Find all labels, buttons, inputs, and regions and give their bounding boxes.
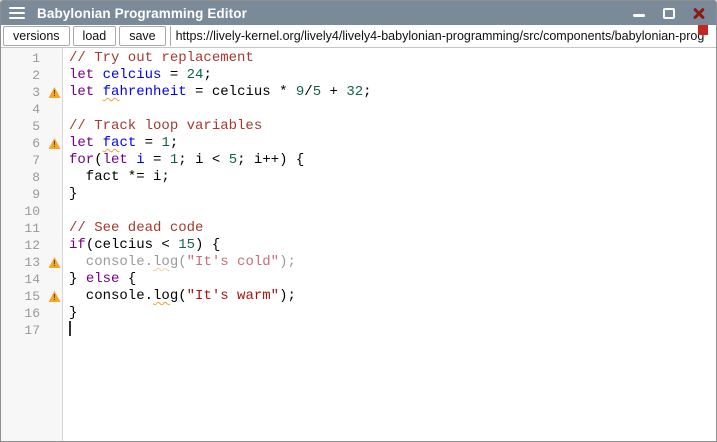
line-number[interactable]: 8 [1,169,46,186]
code-line[interactable]: 15 console.log("It's warm"); [1,288,716,305]
code-line-text[interactable] [63,203,716,220]
close-button[interactable] [692,6,706,20]
gutter-icon-slot [46,254,63,271]
line-number[interactable]: 17 [1,322,46,339]
line-number[interactable]: 15 [1,288,46,305]
close-icon [692,6,706,20]
code-line[interactable]: 4 [1,101,716,118]
code-line[interactable]: 1 // Try out replacement [1,50,716,67]
window-controls [632,6,708,20]
toolbar: versions load save [1,25,716,48]
line-number[interactable]: 3 [1,84,46,101]
code-line[interactable]: 3 let fahrenheit = celcius * 9/5 + 32; [1,84,716,101]
line-number[interactable]: 14 [1,271,46,288]
code-line-text[interactable] [63,322,716,339]
code-line[interactable]: 5 // Track loop variables [1,118,716,135]
code-line[interactable]: 12 if(celcius < 15) { [1,237,716,254]
code-line-text[interactable]: console.log("It's warm"); [63,288,716,305]
code-line-text[interactable]: console.log("It's cold"); [63,254,716,271]
gutter-icon-slot [46,203,63,220]
gutter-icon-slot [46,169,63,186]
code-line[interactable]: 11 // See dead code [1,220,716,237]
gutter-icon-slot [46,50,63,67]
text-cursor [69,321,71,336]
line-number[interactable]: 16 [1,305,46,322]
code-line-text[interactable]: if(celcius < 15) { [63,237,716,254]
code-line[interactable]: 13 console.log("It's cold"); [1,254,716,271]
gutter-icon-slot [46,322,63,339]
url-input[interactable] [170,26,716,46]
line-number[interactable]: 5 [1,118,46,135]
code-line-text[interactable]: fact *= i; [63,169,716,186]
save-button[interactable]: save [119,26,165,46]
gutter-icon-slot [46,152,63,169]
gutter-icon-slot [46,288,63,305]
code-line-text[interactable]: let celcius = 24; [63,67,716,84]
hamburger-icon[interactable] [9,7,25,19]
line-number[interactable]: 2 [1,67,46,84]
gutter-icon-slot [46,101,63,118]
minimize-icon [633,14,645,17]
line-number[interactable]: 9 [1,186,46,203]
warning-icon[interactable] [49,291,61,302]
code-line-text[interactable]: // Track loop variables [63,118,716,135]
maximize-icon [663,8,675,19]
code-line-text[interactable]: for(let i = 1; i < 5; i++) { [63,152,716,169]
code-line[interactable]: 8 fact *= i; [1,169,716,186]
line-number[interactable]: 10 [1,203,46,220]
line-number[interactable]: 7 [1,152,46,169]
code-line[interactable]: 10 [1,203,716,220]
warning-icon[interactable] [49,138,61,149]
babylonian-editor-window: Babylonian Programming Editor versions l… [0,0,717,442]
line-number[interactable]: 4 [1,101,46,118]
load-button[interactable]: load [73,26,117,46]
gutter-icon-slot [46,186,63,203]
code-line[interactable]: 2 let celcius = 24; [1,67,716,84]
gutter-icon-slot [46,305,63,322]
window-title: Babylonian Programming Editor [37,6,632,21]
code-line[interactable]: 17 [1,322,716,339]
code-line-text[interactable]: let fahrenheit = celcius * 9/5 + 32; [63,84,716,101]
code-line-text[interactable]: } else { [63,271,716,288]
line-number[interactable]: 12 [1,237,46,254]
code-line[interactable]: 6 let fact = 1; [1,135,716,152]
code-editor[interactable]: 1 // Try out replacement 2 let celcius = 24… [1,48,716,441]
gutter-icon-slot [46,84,63,101]
code-line[interactable]: 7 for(let i = 1; i < 5; i++) { [1,152,716,169]
gutter-icon-slot [46,67,63,84]
code-line-text[interactable]: } [63,305,716,322]
code-line-text[interactable] [63,101,716,118]
code-line-text[interactable]: // See dead code [63,220,716,237]
gutter-icon-slot [46,237,63,254]
code-lines: 1 // Try out replacement 2 let celcius = 24… [1,48,716,339]
line-number[interactable]: 11 [1,220,46,237]
gutter-icon-slot [46,135,63,152]
gutter-icon-slot [46,271,63,288]
warning-icon[interactable] [49,87,61,98]
code-line-text[interactable]: let fact = 1; [63,135,716,152]
code-line-text[interactable]: } [63,186,716,203]
code-line[interactable]: 9} [1,186,716,203]
warning-icon[interactable] [49,257,61,268]
versions-button[interactable]: versions [3,26,70,46]
maximize-button[interactable] [662,6,676,20]
gutter-icon-slot [46,118,63,135]
code-line-text[interactable]: // Try out replacement [63,50,716,67]
gutter-icon-slot [46,220,63,237]
minimize-button[interactable] [632,6,646,20]
code-line[interactable]: 16} [1,305,716,322]
line-number[interactable]: 1 [1,50,46,67]
line-number[interactable]: 6 [1,135,46,152]
url-caret-marker [698,25,708,35]
code-line[interactable]: 14 } else { [1,271,716,288]
line-number[interactable]: 13 [1,254,46,271]
title-bar[interactable]: Babylonian Programming Editor [1,1,716,25]
